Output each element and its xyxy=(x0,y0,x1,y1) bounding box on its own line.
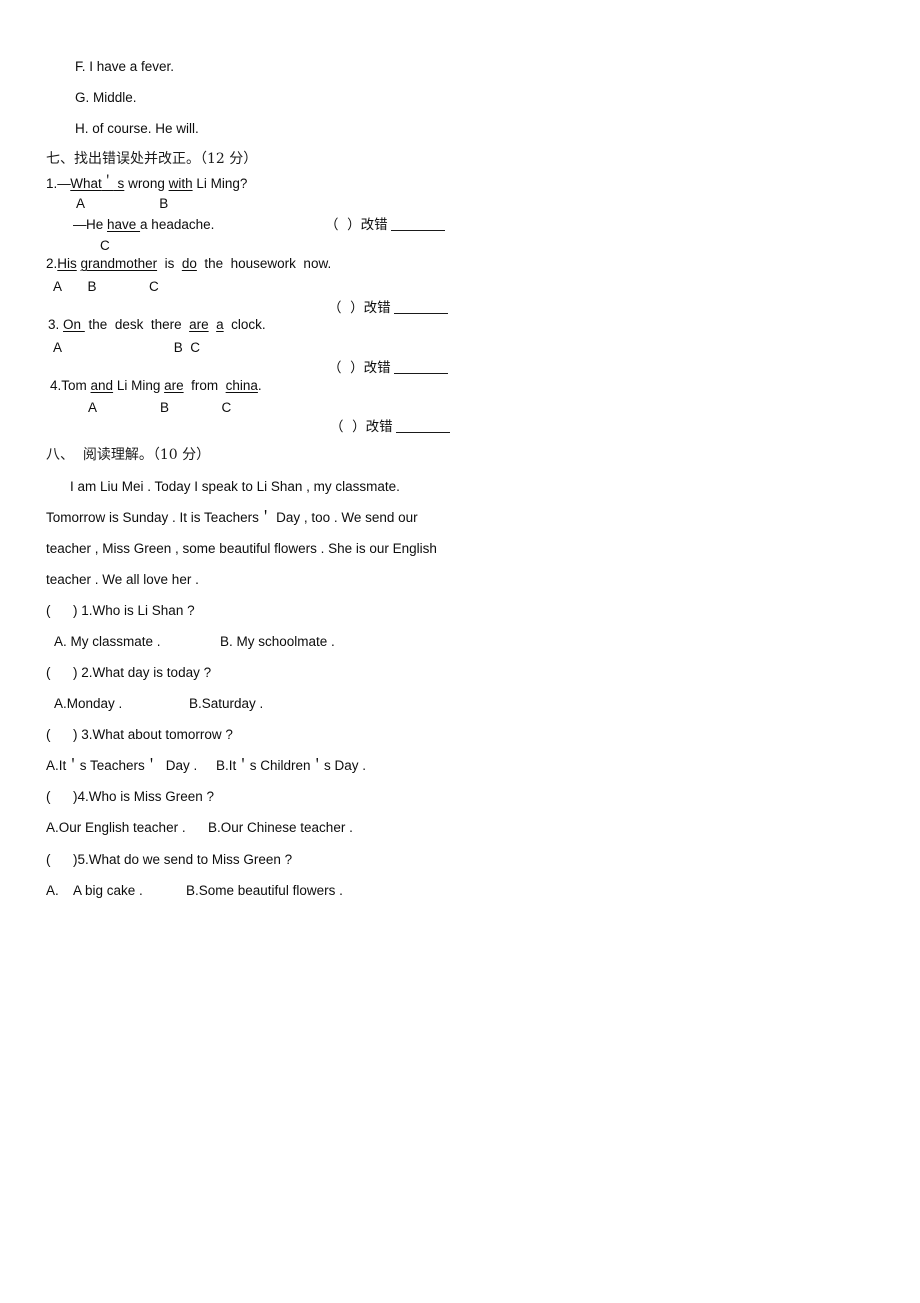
section-seven-item-4-markers: A B C xyxy=(88,400,232,415)
section-seven-item-1-sentence: 1.—What＇ s wrong with Li Ming? xyxy=(46,174,248,191)
passage-line-1: I am Liu Mei . Today I speak to Li Shan … xyxy=(70,479,400,494)
worksheet-page: F. I have a fever. G. Middle. H. of cour… xyxy=(0,0,920,1303)
question-4: ( )4.Who is Miss Green ? xyxy=(46,789,214,805)
item-3-underline-c: a xyxy=(216,317,224,332)
question-5: ( )5.What do we send to Miss Green ? xyxy=(46,852,292,868)
section-seven-item-1-continuation: —He have a headache. xyxy=(73,217,215,232)
item-3-correction-label: （ ）改错 xyxy=(328,360,391,376)
item-3-underline-b: are xyxy=(189,317,209,332)
item-1-dash: — xyxy=(57,176,71,191)
item-2-underline-a: His xyxy=(57,256,77,271)
question-4-option-a[interactable]: A.Our English teacher . xyxy=(46,820,186,836)
item-1-underline-c: have xyxy=(107,217,141,232)
matching-option-g: G. Middle. xyxy=(75,90,137,105)
item-1-underline-b: with xyxy=(168,176,193,191)
question-3-option-b[interactable]: B.It＇s Children＇s Day . xyxy=(216,758,366,774)
item-3-underline-a: On xyxy=(63,317,85,332)
matching-option-h: H. of course. He will. xyxy=(75,121,199,136)
passage-line-3: teacher , Miss Green , some beautiful fl… xyxy=(46,541,437,556)
item-1-correction-blank[interactable] xyxy=(390,219,445,231)
question-2-bracket[interactable]: ( ) xyxy=(46,665,78,680)
item-4-correction-label: （ ）改错 xyxy=(330,419,393,435)
item-2-underline-b: grandmother xyxy=(80,256,158,271)
question-1-bracket[interactable]: ( ) xyxy=(46,603,78,618)
section-seven-heading: 七、找出错误处并改正。（12 分） xyxy=(46,151,258,167)
item-4-underline-c: china xyxy=(225,378,258,393)
item-4-underline-b: are xyxy=(164,378,184,393)
item-1-correction-label: （ ）改错 xyxy=(325,217,388,233)
section-seven-item-3-markers: A B C xyxy=(53,340,201,355)
passage-line-2: Tomorrow is Sunday . It is Teachers＇ Day… xyxy=(46,510,418,525)
question-2-option-b[interactable]: B.Saturday . xyxy=(189,696,263,712)
question-1-text: Who is Li Shan ? xyxy=(92,603,195,618)
item-2-underline-c: do xyxy=(181,256,197,271)
section-seven-item-1-markers: A B xyxy=(76,196,169,211)
item-4-underline-a: and xyxy=(90,378,114,393)
question-3-text: What about tomorrow ? xyxy=(92,727,233,742)
section-seven-item-4-sentence: 4.Tom and Li Ming are from china. xyxy=(50,378,262,393)
question-1-option-a[interactable]: A. My classmate . xyxy=(54,634,161,650)
question-5-number: 5. xyxy=(77,852,89,867)
section-seven-item-3-sentence: 3. On the desk there are a clock. xyxy=(48,317,266,332)
question-5-option-b[interactable]: B.Some beautiful flowers . xyxy=(186,883,343,899)
question-4-text: Who is Miss Green ? xyxy=(88,789,215,804)
item-2-correction-blank[interactable] xyxy=(393,302,448,314)
item-1-cont-dash: — xyxy=(73,217,87,232)
question-2: ( ) 2.What day is today ? xyxy=(46,665,211,681)
section-seven-item-2-correction: （ ）改错 xyxy=(328,300,448,316)
question-2-option-a[interactable]: A.Monday . xyxy=(54,696,122,712)
question-5-bracket[interactable]: ( ) xyxy=(46,852,78,867)
item-4-number: 4. xyxy=(50,378,62,393)
item-4-correction-blank[interactable] xyxy=(395,421,450,433)
item-3-correction-blank[interactable] xyxy=(393,362,448,374)
question-1: ( ) 1.Who is Li Shan ? xyxy=(46,603,195,619)
question-3-option-a[interactable]: A.It＇s Teachers＇ Day . xyxy=(46,758,197,774)
item-1-underline-a: What＇ s xyxy=(70,174,125,191)
section-seven-item-2-markers: A B C xyxy=(53,279,159,294)
section-seven-item-4-correction: （ ）改错 xyxy=(330,419,450,435)
question-5-text: What do we send to Miss Green ? xyxy=(88,852,293,867)
section-seven-item-3-correction: （ ）改错 xyxy=(328,360,448,376)
section-seven-item-2-sentence: 2.His grandmother is do the housework no… xyxy=(46,256,332,271)
item-2-number: 2. xyxy=(46,256,58,271)
section-seven-item-1-correction: （ ）改错 xyxy=(325,217,445,233)
item-2-correction-label: （ ）改错 xyxy=(328,300,391,316)
question-4-option-b[interactable]: B.Our Chinese teacher . xyxy=(208,820,353,836)
question-3-number: 3. xyxy=(81,727,93,742)
question-4-number: 4. xyxy=(77,789,89,804)
item-3-number: 3. xyxy=(48,317,60,332)
item-1-number: 1. xyxy=(46,176,58,191)
section-eight-heading: 八、 阅读理解。（10 分） xyxy=(46,447,211,463)
question-4-bracket[interactable]: ( ) xyxy=(46,789,78,804)
question-3: ( ) 3.What about tomorrow ? xyxy=(46,727,233,743)
question-1-option-b[interactable]: B. My schoolmate . xyxy=(220,634,335,650)
question-2-text: What day is today ? xyxy=(92,665,212,680)
passage-line-4: teacher . We all love her . xyxy=(46,572,199,587)
question-5-option-a[interactable]: A. A big cake . xyxy=(46,883,143,899)
question-2-number: 2. xyxy=(81,665,93,680)
section-seven-item-1-continuation-markers: C xyxy=(100,238,110,253)
question-3-bracket[interactable]: ( ) xyxy=(46,727,78,742)
matching-option-f: F. I have a fever. xyxy=(75,59,175,74)
question-1-number: 1. xyxy=(81,603,93,618)
